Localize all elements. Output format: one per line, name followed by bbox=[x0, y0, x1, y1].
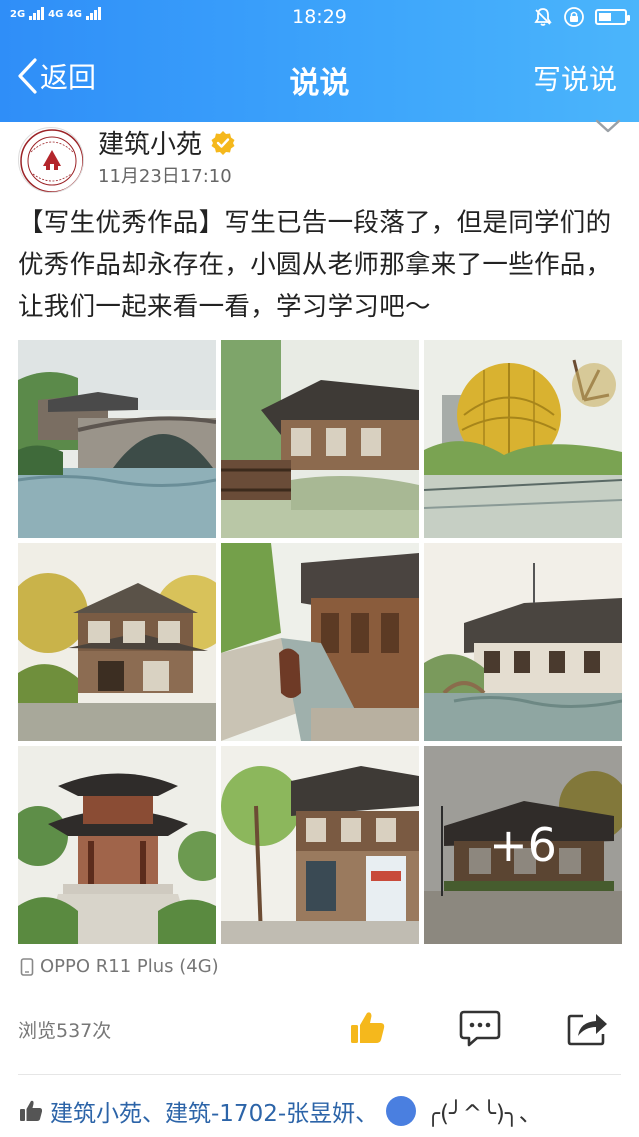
photo-stone-bridge[interactable] bbox=[18, 340, 216, 538]
photo-water-pavilion[interactable] bbox=[221, 340, 419, 538]
school-logo-icon bbox=[20, 129, 83, 192]
mute-bell-icon bbox=[534, 8, 552, 26]
device-info: OPPO R11 Plus (4G) bbox=[20, 956, 219, 977]
likes-row: 建筑小苑、建筑-1702-张昱妍、 ╭(╯^╰)╮、 bbox=[18, 1094, 628, 1128]
chevron-down-icon bbox=[595, 119, 621, 133]
liker-emoji-name[interactable]: ╭(╯^╰)╮、 bbox=[426, 1094, 542, 1128]
back-label: 返回 bbox=[40, 61, 97, 94]
thumbs-up-small-icon bbox=[20, 1100, 43, 1121]
back-button[interactable]: 返回 bbox=[16, 56, 96, 96]
status-bar: 2G 4G 4G 18:29 bbox=[0, 0, 639, 36]
photo-more[interactable]: +6 bbox=[424, 746, 622, 944]
device-name: OPPO R11 Plus (4G) bbox=[40, 956, 219, 977]
chevron-left-icon bbox=[18, 58, 37, 94]
author-row: 建筑小苑 bbox=[98, 124, 236, 161]
photo-golden-dome[interactable] bbox=[424, 340, 622, 538]
photo-chinese-pavilion[interactable] bbox=[18, 746, 216, 944]
more-photos-count: +6 bbox=[424, 746, 622, 944]
photo-wooden-house[interactable] bbox=[18, 543, 216, 741]
photo-grid: +6 bbox=[18, 340, 623, 944]
post-menu-button[interactable] bbox=[595, 118, 621, 138]
thumbs-up-icon bbox=[351, 1012, 385, 1043]
author-avatar[interactable] bbox=[18, 127, 84, 193]
photo-canal-boat[interactable] bbox=[221, 543, 419, 741]
share-button[interactable] bbox=[566, 1008, 610, 1052]
post-content: 【写生优秀作品】写生已告一段落了，但是同学们的优秀作品却永存在，小圆从老师那拿来… bbox=[18, 208, 612, 322]
likers-list[interactable]: 建筑小苑、建筑-1702-张昱妍、 bbox=[50, 1094, 378, 1128]
share-icon bbox=[567, 1014, 607, 1046]
comment-icon bbox=[459, 1010, 501, 1047]
top-header: 2G 4G 4G 18:29 返回 说说 写说说 bbox=[0, 0, 639, 122]
write-post-button[interactable]: 写说说 bbox=[533, 58, 617, 98]
photo-corner-shop[interactable] bbox=[221, 746, 419, 944]
comment-button[interactable] bbox=[458, 1008, 502, 1052]
phone-icon bbox=[20, 957, 34, 976]
alarm-lock-icon bbox=[564, 7, 584, 27]
section-divider bbox=[18, 1074, 621, 1075]
verified-badge-icon bbox=[211, 130, 235, 155]
liker-avatar bbox=[386, 1096, 417, 1126]
photo-riverside-houses[interactable] bbox=[424, 543, 622, 741]
nav-bar: 返回 说说 写说说 bbox=[0, 50, 639, 106]
post-timestamp: 11月23日17:10 bbox=[98, 166, 232, 187]
status-icons bbox=[533, 6, 630, 28]
like-button[interactable] bbox=[348, 1008, 388, 1052]
author-name[interactable]: 建筑小苑 bbox=[98, 124, 202, 161]
battery-icon bbox=[595, 9, 630, 25]
view-count: 浏览537次 bbox=[18, 1020, 112, 1042]
